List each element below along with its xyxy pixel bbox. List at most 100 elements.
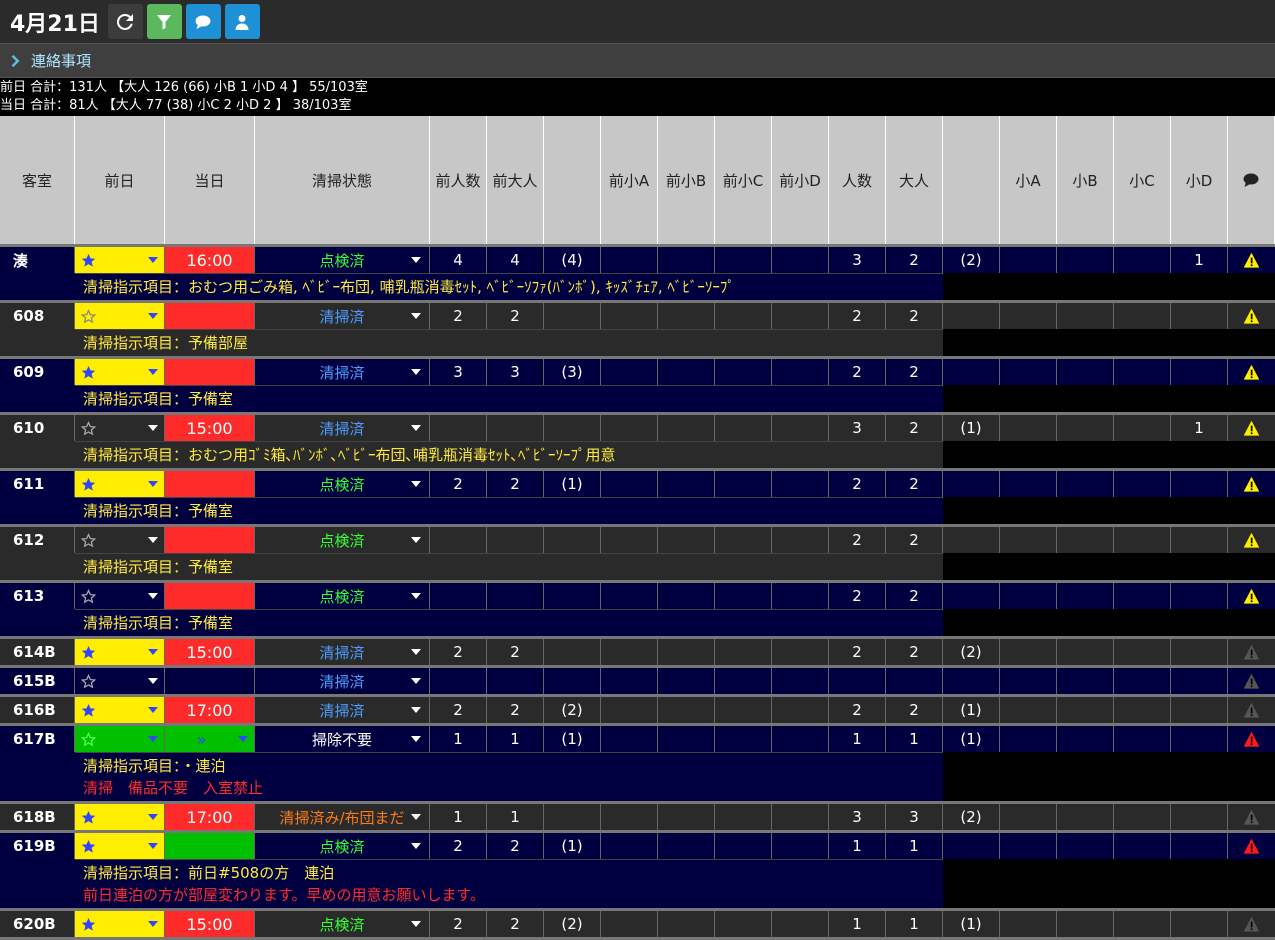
instruction-line: 清掃 備品不要 入室禁止: [83, 779, 264, 797]
prev-day-select[interactable]: [75, 833, 165, 859]
cleaning-status-select[interactable]: 掃除不要: [255, 726, 430, 752]
user-button[interactable]: [224, 4, 260, 39]
prev-day-select[interactable]: [75, 359, 165, 385]
cleaning-status-select[interactable]: 清掃済: [255, 415, 430, 441]
warning-icon: [1243, 476, 1260, 492]
warning-cell[interactable]: [1228, 583, 1275, 609]
warning-cell[interactable]: [1228, 247, 1275, 273]
prev-day-select[interactable]: [75, 471, 165, 497]
table-row[interactable]: 610 15:00 清掃済 3 2 (1) 1 清掃指示項目：おむつ用ｺﾞﾐ箱､ﾊﾞﾝﾎﾞ､ﾍ…: [0, 415, 1275, 471]
cleaning-status-select[interactable]: 点検済: [255, 471, 430, 497]
filter-button[interactable]: [146, 4, 182, 39]
cell-a: [1000, 415, 1057, 441]
cleaning-status-select[interactable]: 清掃済み/布団まだ: [255, 804, 430, 830]
cleaning-status-select[interactable]: 清掃済: [255, 359, 430, 385]
cleaning-status-select[interactable]: 点検済: [255, 247, 430, 273]
prev-day-select[interactable]: [75, 726, 165, 752]
cleaning-status-select[interactable]: 清掃済: [255, 639, 430, 665]
table-row[interactable]: 611 点検済 2 2 (1) 2 2 清掃指示項目：予備室: [0, 471, 1275, 527]
cleaning-status-select[interactable]: 点検済: [255, 833, 430, 859]
table-row[interactable]: 613 点検済 2 2 清掃指示項目：予備室: [0, 583, 1275, 639]
table-row[interactable]: 湊 16:00 点検済 4 4 (4) 3 2 (2) 1 清掃指示項目：おむつ用ごみ箱, ﾍﾞﾋﾞ…: [0, 247, 1275, 303]
arrival-time[interactable]: 15:00: [165, 639, 255, 665]
prev-day-select[interactable]: [75, 303, 165, 329]
table-row[interactable]: 615B 清掃済: [0, 668, 1275, 697]
arrival-time[interactable]: 16:00: [165, 247, 255, 273]
prev-day-select[interactable]: [75, 668, 165, 694]
cell-prevA: [601, 668, 658, 694]
room-number: 615B: [0, 668, 75, 694]
notice-bar[interactable]: 連絡事項: [0, 43, 1275, 78]
cleaning-status-select[interactable]: 点検済: [255, 911, 430, 937]
star-filled-icon: [81, 365, 96, 379]
arrival-time[interactable]: »: [165, 726, 255, 752]
table-row[interactable]: 620B 15:00 点検済 2 2 (2) 1 1 (1): [0, 911, 1275, 940]
table-row[interactable]: 618B 17:00 清掃済み/布団まだ 1 1 3 3 (2): [0, 804, 1275, 833]
prev-day-select[interactable]: [75, 697, 165, 723]
arrival-time[interactable]: [165, 471, 255, 497]
warning-cell[interactable]: [1228, 527, 1275, 553]
cell-prevA: [601, 804, 658, 830]
arrival-time[interactable]: [165, 833, 255, 859]
cleaning-status-select[interactable]: 清掃済: [255, 303, 430, 329]
arrival-time[interactable]: [165, 527, 255, 553]
warning-cell[interactable]: [1228, 804, 1275, 830]
table-header: 客室 前日 当日 清掃状態 前人数 前大人 前小A 前小B 前小C 前小D 人数 大人 小A 小B 小C 小D: [0, 116, 1275, 247]
cell-c: [1114, 415, 1171, 441]
cell-prevAdultSub: (1): [544, 471, 601, 497]
table-row[interactable]: 616B 17:00 清掃済 2 2 (2) 2 2 (1): [0, 697, 1275, 726]
comment-button[interactable]: [185, 4, 221, 39]
warning-icon: [1243, 532, 1260, 548]
warning-cell[interactable]: [1228, 415, 1275, 441]
arrival-time[interactable]: [165, 303, 255, 329]
prev-day-select[interactable]: [75, 804, 165, 830]
cleaning-status-select[interactable]: 清掃済: [255, 668, 430, 694]
refresh-button[interactable]: [107, 4, 143, 39]
room-table: 客室 前日 当日 清掃状態 前人数 前大人 前小A 前小B 前小C 前小D 人数 大人 小A 小B 小C 小D…: [0, 116, 1275, 940]
table-row[interactable]: 612 点検済 2 2 清掃指示項目：予備室: [0, 527, 1275, 583]
warning-cell[interactable]: [1228, 639, 1275, 665]
chevron-right-icon: [11, 54, 20, 67]
prev-day-select[interactable]: [75, 527, 165, 553]
prev-day-select[interactable]: [75, 639, 165, 665]
cleaning-status-select[interactable]: 点検済: [255, 527, 430, 553]
cleaning-status-select[interactable]: 点検済: [255, 583, 430, 609]
table-row[interactable]: 614B 15:00 清掃済 2 2 2 2 (2): [0, 639, 1275, 668]
prev-day-select[interactable]: [75, 247, 165, 273]
warning-cell[interactable]: [1228, 833, 1275, 859]
star-filled-icon: [81, 703, 96, 717]
warning-cell[interactable]: [1228, 726, 1275, 752]
cell-b: [1057, 415, 1114, 441]
warning-cell[interactable]: [1228, 668, 1275, 694]
arrival-time[interactable]: 15:00: [165, 911, 255, 937]
cell-prevB: [658, 639, 715, 665]
warning-cell[interactable]: [1228, 359, 1275, 385]
cell-people: 2: [829, 583, 886, 609]
warning-icon: [1243, 731, 1260, 747]
arrival-time[interactable]: [165, 668, 255, 694]
table-row[interactable]: 608 清掃済 2 2 2 2 清掃指示項目：予備部屋: [0, 303, 1275, 359]
cell-prevD: [772, 359, 829, 385]
arrival-time[interactable]: [165, 583, 255, 609]
table-row[interactable]: 619B 点検済 2 2 (1) 1 1 清掃指示項目：前日#508の方 連泊 前日連泊の方が部…: [0, 833, 1275, 911]
chevron-down-icon: [411, 707, 421, 713]
table-row[interactable]: 609 清掃済 3 3 (3) 2 2 清掃指示項目：予備室: [0, 359, 1275, 415]
warning-cell[interactable]: [1228, 697, 1275, 723]
warning-cell[interactable]: [1228, 303, 1275, 329]
arrival-time[interactable]: [165, 359, 255, 385]
table-row[interactable]: 617B» 掃除不要 1 1 (1) 1 1 (1) 清掃指示項目：・連泊 清掃 備品不要 入室禁…: [0, 726, 1275, 804]
arrival-time[interactable]: 15:00: [165, 415, 255, 441]
prev-day-select[interactable]: [75, 583, 165, 609]
cell-prevPeople: 2: [430, 471, 487, 497]
cell-adult: 2: [886, 415, 943, 441]
arrival-time[interactable]: 17:00: [165, 804, 255, 830]
prev-day-select[interactable]: [75, 911, 165, 937]
cell-d: 1: [1171, 247, 1228, 273]
arrival-time[interactable]: 17:00: [165, 697, 255, 723]
warning-cell[interactable]: [1228, 911, 1275, 937]
warning-cell[interactable]: [1228, 471, 1275, 497]
prev-day-select[interactable]: [75, 415, 165, 441]
cleaning-status-select[interactable]: 清掃済: [255, 697, 430, 723]
cell-prevB: [658, 726, 715, 752]
chevron-down-icon: [411, 814, 421, 820]
